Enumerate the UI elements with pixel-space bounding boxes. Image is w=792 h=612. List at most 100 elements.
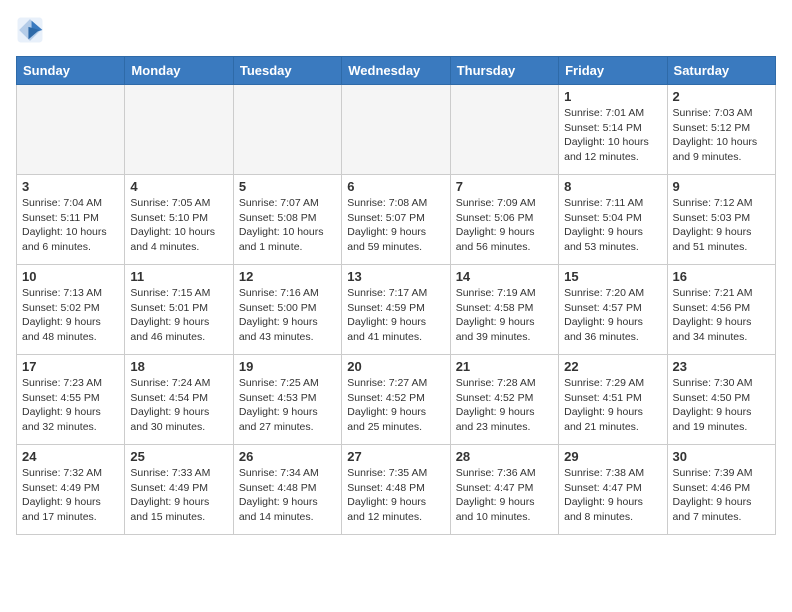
day-info: Sunrise: 7:23 AM Sunset: 4:55 PM Dayligh…: [22, 376, 119, 435]
day-info: Sunrise: 7:15 AM Sunset: 5:01 PM Dayligh…: [130, 286, 227, 345]
calendar-cell: 5Sunrise: 7:07 AM Sunset: 5:08 PM Daylig…: [233, 175, 341, 265]
calendar-cell: 4 Sunrise: 7:05 AM Sunset: 5:10 PM Daylig…: [125, 175, 233, 265]
calendar-cell: [17, 85, 125, 175]
day-number: 29: [564, 449, 661, 464]
calendar-cell: [342, 85, 450, 175]
calendar-cell: 13Sunrise: 7:17 AM Sunset: 4:59 PM Dayli…: [342, 265, 450, 355]
day-info: Sunrise: 7:01 AM Sunset: 5:14 PM Dayligh…: [564, 106, 661, 165]
weekday-header-friday: Friday: [559, 57, 667, 85]
day-number: 21: [456, 359, 553, 374]
day-number: 1: [564, 89, 661, 104]
weekday-header-tuesday: Tuesday: [233, 57, 341, 85]
weekday-header-wednesday: Wednesday: [342, 57, 450, 85]
day-info: Sunrise: 7:19 AM Sunset: 4:58 PM Dayligh…: [456, 286, 553, 345]
day-number: 14: [456, 269, 553, 284]
day-number: 16: [673, 269, 770, 284]
calendar-week-3: 17 Sunrise: 7:23 AM Sunset: 4:55 PM Dayli…: [17, 355, 776, 445]
logo-icon: [16, 16, 44, 44]
calendar-cell: 24 Sunrise: 7:32 AM Sunset: 4:49 PM Dayli…: [17, 445, 125, 535]
day-info: Sunrise: 7:03 AM Sunset: 5:12 PM Dayligh…: [673, 106, 770, 165]
calendar-cell: 26 Sunrise: 7:34 AM Sunset: 4:48 PM Dayli…: [233, 445, 341, 535]
day-number: 8: [564, 179, 661, 194]
calendar-cell: 10 Sunrise: 7:13 AM Sunset: 5:02 PM Dayli…: [17, 265, 125, 355]
day-info: Sunrise: 7:29 AM Sunset: 4:51 PM Dayligh…: [564, 376, 661, 435]
day-info: Sunrise: 7:33 AM Sunset: 4:49 PM Dayligh…: [130, 466, 227, 525]
weekday-header-thursday: Thursday: [450, 57, 558, 85]
calendar-cell: 7 Sunrise: 7:09 AM Sunset: 5:06 PM Daylig…: [450, 175, 558, 265]
calendar-header-row: SundayMondayTuesdayWednesdayThursdayFrid…: [17, 57, 776, 85]
day-number: 19: [239, 359, 336, 374]
day-info: Sunrise: 7:12 AM Sunset: 5:03 PM Dayligh…: [673, 196, 770, 255]
calendar-cell: 9 Sunrise: 7:12 AM Sunset: 5:03 PM Daylig…: [667, 175, 775, 265]
calendar-week-0: 1 Sunrise: 7:01 AM Sunset: 5:14 PM Daylig…: [17, 85, 776, 175]
day-number: 28: [456, 449, 553, 464]
calendar-cell: 18 Sunrise: 7:24 AM Sunset: 4:54 PM Dayli…: [125, 355, 233, 445]
calendar-week-2: 10 Sunrise: 7:13 AM Sunset: 5:02 PM Dayli…: [17, 265, 776, 355]
day-number: 9: [673, 179, 770, 194]
calendar-week-4: 24 Sunrise: 7:32 AM Sunset: 4:49 PM Dayli…: [17, 445, 776, 535]
calendar-cell: 28Sunrise: 7:36 AM Sunset: 4:47 PM Dayli…: [450, 445, 558, 535]
day-info: Sunrise: 7:28 AM Sunset: 4:52 PM Dayligh…: [456, 376, 553, 435]
calendar-cell: 12Sunrise: 7:16 AM Sunset: 5:00 PM Dayli…: [233, 265, 341, 355]
calendar-cell: 3 Sunrise: 7:04 AM Sunset: 5:11 PM Daylig…: [17, 175, 125, 265]
day-info: Sunrise: 7:30 AM Sunset: 4:50 PM Dayligh…: [673, 376, 770, 435]
day-number: 4: [130, 179, 227, 194]
calendar-cell: 22 Sunrise: 7:29 AM Sunset: 4:51 PM Dayli…: [559, 355, 667, 445]
weekday-header-saturday: Saturday: [667, 57, 775, 85]
day-info: Sunrise: 7:39 AM Sunset: 4:46 PM Dayligh…: [673, 466, 770, 525]
calendar-cell: 23 Sunrise: 7:30 AM Sunset: 4:50 PM Dayli…: [667, 355, 775, 445]
calendar-week-1: 3 Sunrise: 7:04 AM Sunset: 5:11 PM Daylig…: [17, 175, 776, 265]
day-info: Sunrise: 7:25 AM Sunset: 4:53 PM Dayligh…: [239, 376, 336, 435]
calendar-table: SundayMondayTuesdayWednesdayThursdayFrid…: [16, 56, 776, 535]
day-number: 3: [22, 179, 119, 194]
calendar-cell: 21 Sunrise: 7:28 AM Sunset: 4:52 PM Dayli…: [450, 355, 558, 445]
day-number: 10: [22, 269, 119, 284]
day-info: Sunrise: 7:13 AM Sunset: 5:02 PM Dayligh…: [22, 286, 119, 345]
day-number: 24: [22, 449, 119, 464]
day-info: Sunrise: 7:24 AM Sunset: 4:54 PM Dayligh…: [130, 376, 227, 435]
calendar-cell: 8 Sunrise: 7:11 AM Sunset: 5:04 PM Daylig…: [559, 175, 667, 265]
day-number: 6: [347, 179, 444, 194]
calendar-cell: 29 Sunrise: 7:38 AM Sunset: 4:47 PM Dayli…: [559, 445, 667, 535]
calendar-cell: [125, 85, 233, 175]
day-number: 27: [347, 449, 444, 464]
day-info: Sunrise: 7:27 AM Sunset: 4:52 PM Dayligh…: [347, 376, 444, 435]
calendar-cell: 25Sunrise: 7:33 AM Sunset: 4:49 PM Dayli…: [125, 445, 233, 535]
day-number: 18: [130, 359, 227, 374]
day-number: 22: [564, 359, 661, 374]
day-number: 12: [239, 269, 336, 284]
day-info: Sunrise: 7:35 AM Sunset: 4:48 PM Dayligh…: [347, 466, 444, 525]
calendar-cell: 27 Sunrise: 7:35 AM Sunset: 4:48 PM Dayli…: [342, 445, 450, 535]
day-number: 11: [130, 269, 227, 284]
day-number: 7: [456, 179, 553, 194]
day-info: Sunrise: 7:05 AM Sunset: 5:10 PM Dayligh…: [130, 196, 227, 255]
calendar-cell: 17 Sunrise: 7:23 AM Sunset: 4:55 PM Dayli…: [17, 355, 125, 445]
calendar-cell: 16 Sunrise: 7:21 AM Sunset: 4:56 PM Dayli…: [667, 265, 775, 355]
day-number: 2: [673, 89, 770, 104]
day-number: 26: [239, 449, 336, 464]
calendar-cell: 15Sunrise: 7:20 AM Sunset: 4:57 PM Dayli…: [559, 265, 667, 355]
day-number: 23: [673, 359, 770, 374]
page-header: [16, 16, 776, 44]
day-info: Sunrise: 7:21 AM Sunset: 4:56 PM Dayligh…: [673, 286, 770, 345]
calendar-cell: 30 Sunrise: 7:39 AM Sunset: 4:46 PM Dayli…: [667, 445, 775, 535]
calendar-cell: 6 Sunrise: 7:08 AM Sunset: 5:07 PM Daylig…: [342, 175, 450, 265]
calendar-cell: [233, 85, 341, 175]
calendar-cell: 1 Sunrise: 7:01 AM Sunset: 5:14 PM Daylig…: [559, 85, 667, 175]
day-info: Sunrise: 7:04 AM Sunset: 5:11 PM Dayligh…: [22, 196, 119, 255]
day-number: 15: [564, 269, 661, 284]
day-info: Sunrise: 7:32 AM Sunset: 4:49 PM Dayligh…: [22, 466, 119, 525]
day-info: Sunrise: 7:38 AM Sunset: 4:47 PM Dayligh…: [564, 466, 661, 525]
weekday-header-sunday: Sunday: [17, 57, 125, 85]
logo: [16, 16, 48, 44]
day-info: Sunrise: 7:34 AM Sunset: 4:48 PM Dayligh…: [239, 466, 336, 525]
weekday-header-monday: Monday: [125, 57, 233, 85]
day-number: 13: [347, 269, 444, 284]
day-info: Sunrise: 7:11 AM Sunset: 5:04 PM Dayligh…: [564, 196, 661, 255]
day-info: Sunrise: 7:09 AM Sunset: 5:06 PM Dayligh…: [456, 196, 553, 255]
day-info: Sunrise: 7:08 AM Sunset: 5:07 PM Dayligh…: [347, 196, 444, 255]
calendar-cell: [450, 85, 558, 175]
day-info: Sunrise: 7:07 AM Sunset: 5:08 PM Dayligh…: [239, 196, 336, 255]
day-number: 17: [22, 359, 119, 374]
day-number: 30: [673, 449, 770, 464]
